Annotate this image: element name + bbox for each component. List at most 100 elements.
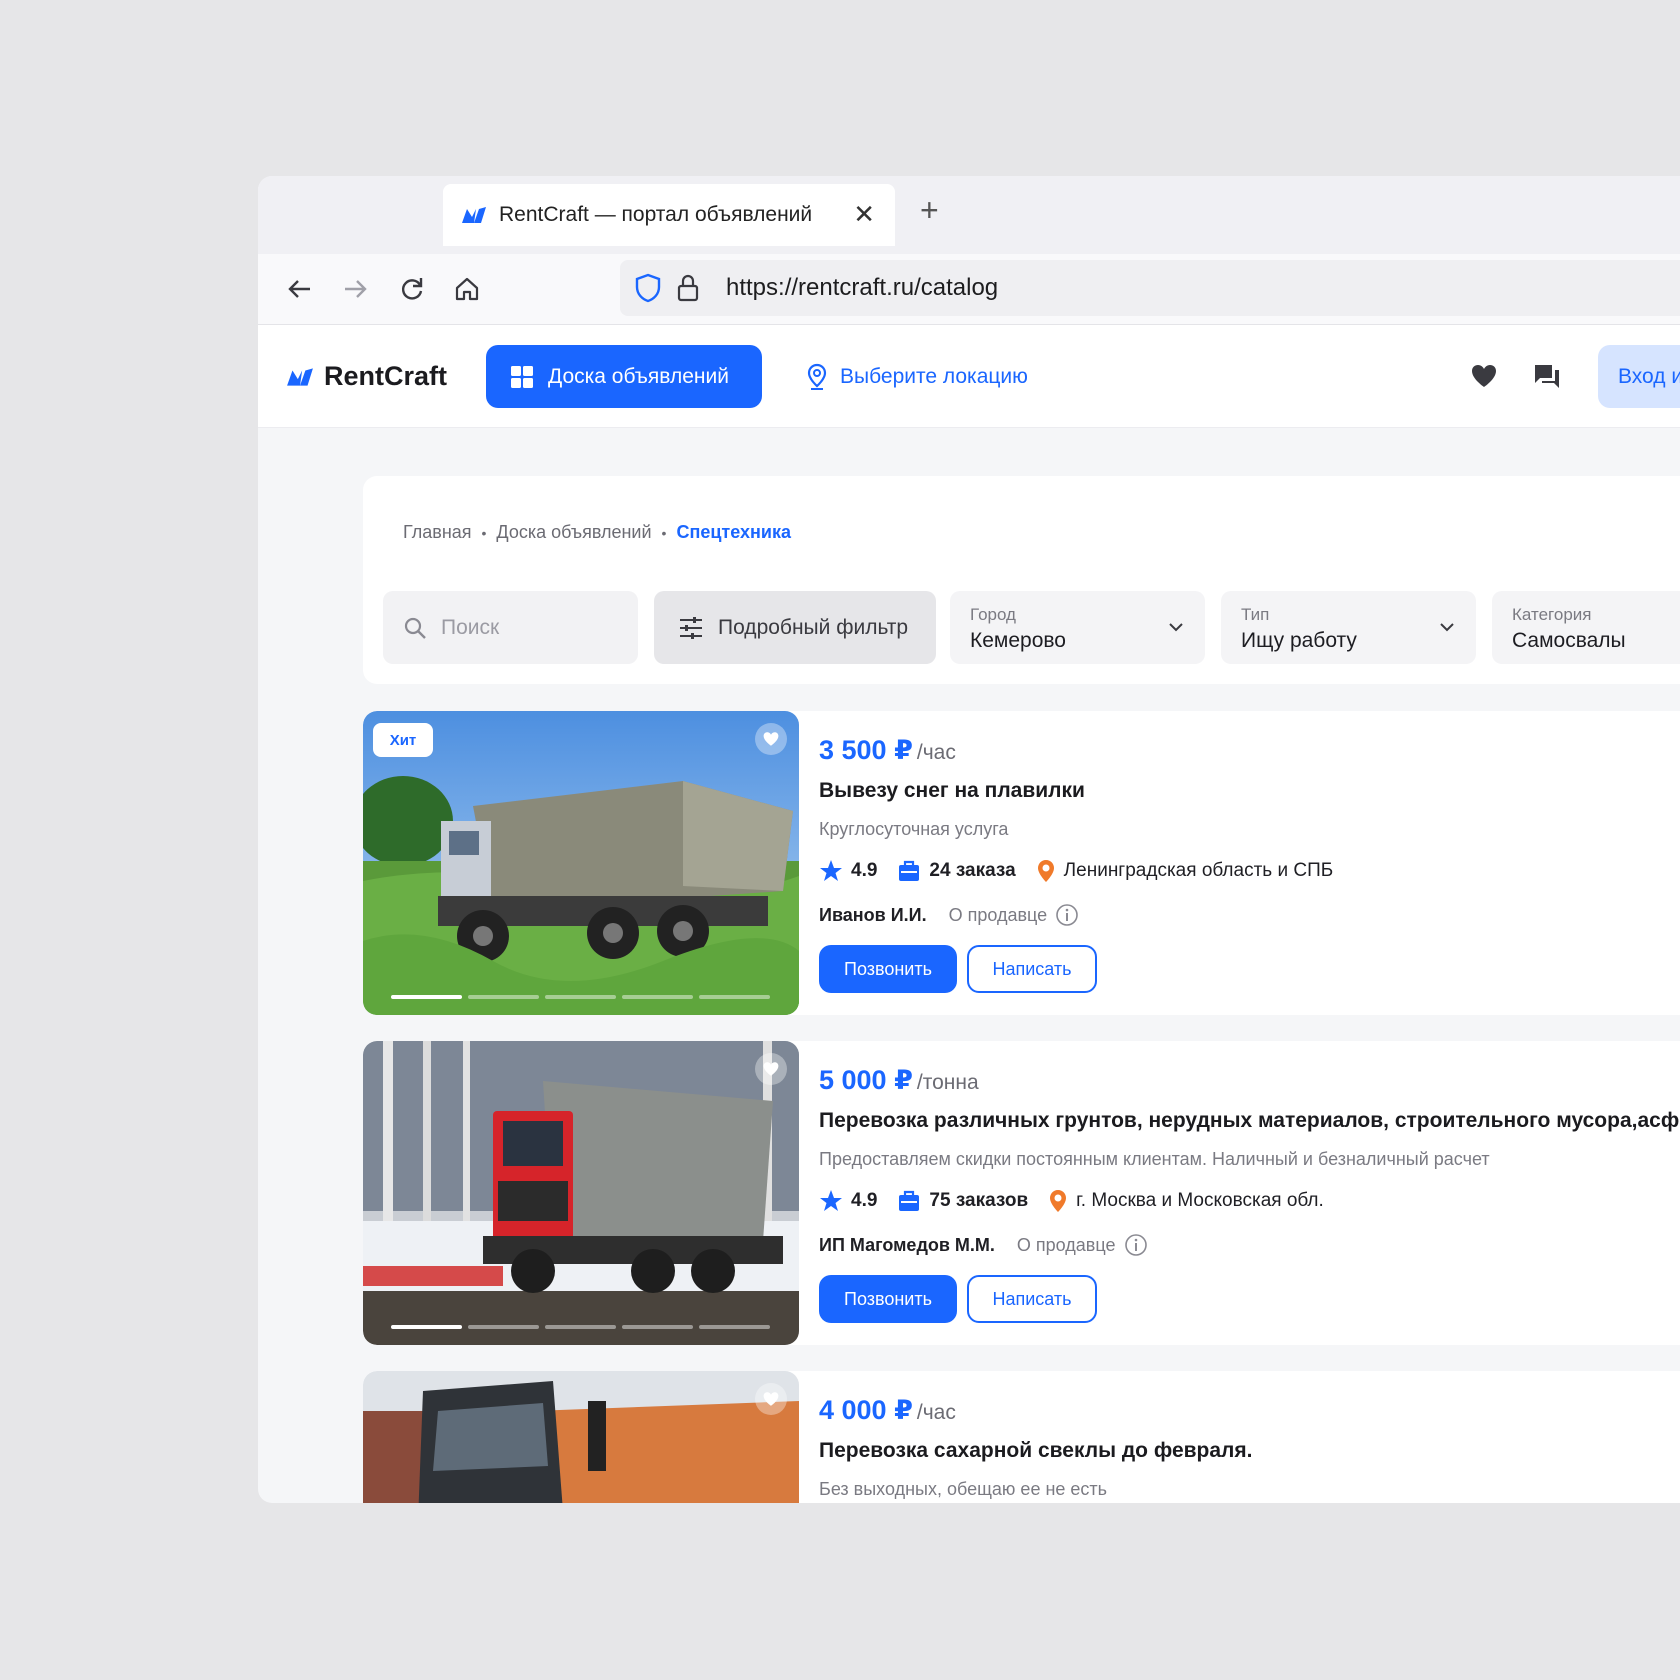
pin-icon — [1037, 860, 1054, 882]
tab-title: RentCraft — портал объявлений — [499, 203, 813, 226]
seller-row: ИП Магомедов М.М. О продавце — [819, 1233, 1148, 1257]
rating-value: 4.9 — [851, 860, 878, 881]
about-seller-link[interactable]: О продавце — [1017, 1235, 1116, 1256]
listing-photo[interactable] — [363, 1041, 799, 1345]
login-button-label: Вход и — [1618, 364, 1680, 388]
search-input[interactable] — [439, 614, 613, 641]
listing-title[interactable]: Перевозка различных грунтов, нерудных ма… — [819, 1109, 1679, 1133]
advanced-filter-button[interactable]: Подробный фильтр — [654, 591, 936, 664]
about-seller-link[interactable]: О продавце — [949, 905, 1048, 926]
orders-count: 24 заказа — [929, 860, 1016, 881]
breadcrumb-separator: • — [661, 524, 667, 541]
price-unit: /тонна — [916, 1071, 979, 1094]
chat-icon[interactable] — [1532, 361, 1562, 391]
city-select[interactable]: Город Кемерово — [950, 591, 1205, 664]
dump-truck-image — [363, 711, 799, 1015]
photo-pagination[interactable] — [391, 995, 770, 999]
category-select-label: Категория — [1512, 605, 1592, 624]
listing-title[interactable]: Вывезу снег на плавилки — [819, 779, 1085, 803]
grid-icon — [511, 365, 533, 388]
listing-info: 4 000 ₽/час Перевозка сахарной свеклы до… — [819, 1371, 1680, 1503]
logo-icon — [287, 367, 313, 386]
back-icon[interactable] — [283, 272, 317, 306]
call-button[interactable]: Позвонить — [819, 1275, 957, 1323]
location-label: Выберите локацию — [840, 365, 1028, 388]
listing-card[interactable]: Хит 3 500 ₽/час Вывезу снег на плавилки … — [363, 711, 1680, 1015]
info-icon[interactable] — [1055, 903, 1079, 927]
briefcase-icon — [899, 860, 920, 881]
search-box[interactable] — [383, 591, 638, 664]
favicon-icon — [462, 207, 486, 223]
listing-region: Ленинградская область и СПБ — [1063, 860, 1334, 881]
url-text[interactable]: https://rentcraft.ru/catalog — [726, 274, 998, 302]
listing-photo[interactable] — [363, 1371, 799, 1503]
listing-card[interactable]: 4 000 ₽/час Перевозка сахарной свеклы до… — [363, 1371, 1680, 1503]
listing-photo[interactable]: Хит — [363, 711, 799, 1015]
lock-icon[interactable] — [676, 273, 700, 303]
category-select[interactable]: Категория Самосвалы — [1492, 591, 1680, 664]
city-select-label: Город — [970, 605, 1016, 624]
breadcrumb-board[interactable]: Доска объявлений — [496, 522, 651, 543]
browser-tab-active[interactable]: RentCraft — портал объявлений ✕ — [443, 184, 895, 246]
photo-pagination[interactable] — [391, 1325, 770, 1329]
listing-price: 5 000 ₽/тонна — [819, 1065, 979, 1096]
type-select-label: Тип — [1241, 605, 1270, 624]
heart-icon[interactable] — [1469, 361, 1499, 391]
board-button[interactable]: Доска объявлений — [486, 345, 762, 408]
seller-name[interactable]: Иванов И.И. — [819, 905, 927, 926]
dump-truck-image — [363, 1041, 799, 1345]
chevron-down-icon — [1440, 623, 1454, 632]
breadcrumb-home[interactable]: Главная — [403, 522, 472, 543]
rating-value: 4.9 — [851, 1190, 878, 1211]
listing-description: Предоставляем скидки постоянным клиентам… — [819, 1149, 1490, 1169]
orders-count: 75 заказов — [929, 1190, 1029, 1211]
search-icon — [404, 617, 426, 639]
listing-stats: 4.9 24 заказа Ленинградская область и СП… — [819, 859, 1353, 883]
city-select-value: Кемерово — [970, 629, 1066, 652]
call-button[interactable]: Позвонить — [819, 945, 957, 993]
listing-title[interactable]: Перевозка сахарной свеклы до февраля. — [819, 1439, 1252, 1463]
listing-description: Без выходных, обещаю ее не есть — [819, 1479, 1108, 1499]
heart-icon[interactable] — [755, 1053, 787, 1085]
listing-stats: 4.9 75 заказов г. Москва и Московская об… — [819, 1189, 1344, 1213]
dump-truck-image — [363, 1371, 799, 1503]
breadcrumb-current[interactable]: Спецтехника — [676, 522, 791, 543]
tab-strip: RentCraft — портал объявлений ✕ + — [258, 176, 1680, 254]
forward-icon[interactable] — [338, 272, 372, 306]
site-logo[interactable]: RentCraft — [286, 361, 447, 392]
home-icon[interactable] — [450, 272, 484, 306]
breadcrumb: Главная • Доска объявлений • Спецтехника — [403, 522, 791, 543]
chevron-down-icon — [1169, 623, 1183, 632]
price-amount: 3 500 ₽ — [819, 735, 913, 765]
browser-window: RentCraft — портал объявлений ✕ + https:… — [258, 176, 1680, 1503]
seller-name[interactable]: ИП Магомедов М.М. — [819, 1235, 995, 1256]
listing-actions: Позвонить Написать — [819, 945, 1097, 993]
listing-card[interactable]: 5 000 ₽/тонна Перевозка различных грунто… — [363, 1041, 1680, 1345]
write-button[interactable]: Написать — [967, 1275, 1097, 1323]
write-button[interactable]: Написать — [967, 945, 1097, 993]
close-icon[interactable]: ✕ — [853, 201, 875, 227]
reload-icon[interactable] — [395, 272, 429, 306]
heart-icon[interactable] — [755, 723, 787, 755]
brand-name: RentCraft — [324, 361, 448, 391]
breadcrumb-separator: • — [481, 524, 487, 541]
listing-actions: Позвонить Написать — [819, 1275, 1097, 1323]
location-link[interactable]: Выберите локацию — [806, 363, 1028, 391]
info-icon[interactable] — [1124, 1233, 1148, 1257]
seller-row: Иванов И.И. О продавце — [819, 903, 1079, 927]
address-bar[interactable]: https://rentcraft.ru/catalog — [620, 260, 1680, 316]
price-unit: /час — [916, 1401, 956, 1424]
briefcase-icon — [899, 1190, 920, 1211]
pin-icon — [807, 363, 827, 390]
listing-info: 3 500 ₽/час Вывезу снег на плавилки Круг… — [819, 711, 1680, 1015]
type-select[interactable]: Тип Ищу работу — [1221, 591, 1476, 664]
login-button[interactable]: Вход и — [1598, 345, 1680, 408]
shield-icon[interactable] — [634, 273, 662, 303]
listing-price: 3 500 ₽/час — [819, 735, 956, 766]
filter-panel: Главная • Доска объявлений • Спецтехника… — [363, 476, 1680, 684]
star-icon — [820, 1190, 842, 1211]
plus-icon[interactable]: + — [920, 194, 939, 226]
board-button-label: Доска объявлений — [548, 364, 729, 388]
heart-icon[interactable] — [755, 1383, 787, 1415]
type-select-value: Ищу работу — [1241, 629, 1357, 652]
